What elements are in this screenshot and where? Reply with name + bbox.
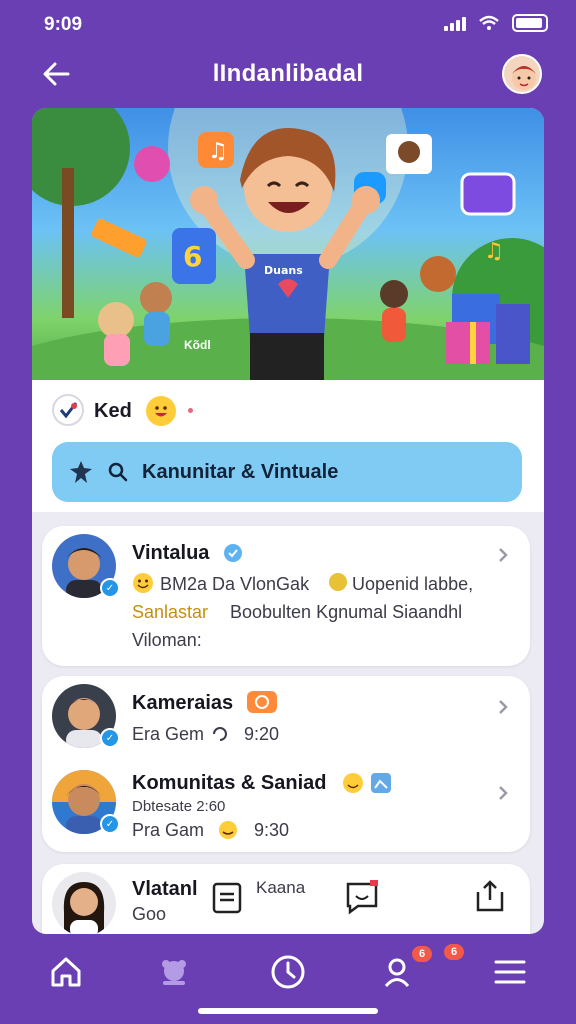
list-item-subtitle: Dbtesate 2:60 <box>132 798 226 815</box>
list-item-time: 9:20 <box>244 724 280 744</box>
list-item-text: BM2a Da VlonGak <box>160 574 310 594</box>
notification-badge: 6 <box>410 944 434 964</box>
checkmark-icon <box>59 402 78 419</box>
camera-icon <box>247 691 277 713</box>
app-header: lIndanlibadal <box>0 48 576 100</box>
verified-icon: ✓ <box>100 814 120 834</box>
chat-icon[interactable] <box>342 878 382 918</box>
photo-icon <box>371 773 391 793</box>
battery-icon <box>512 14 548 32</box>
list-item[interactable]: ✓ Kameraias Era Gem 9:20 <box>42 676 530 762</box>
list-item-time: 9:30 <box>254 820 290 840</box>
emoji-icon <box>329 573 347 591</box>
list-item-name: Komunitas & Saniad <box>132 772 327 794</box>
home-indicator <box>198 1008 378 1014</box>
list-item[interactable]: Vlatanl Goo Kaana <box>42 864 530 934</box>
content-panel: ♫ 6 ♫ Duans Kõdl Ked Kanunitar & Vintual… <box>32 108 544 934</box>
svg-text:6: 6 <box>183 240 202 273</box>
clipboard-icon[interactable] <box>210 878 246 916</box>
avatar[interactable] <box>502 54 542 94</box>
list-item-subtitle: Goo <box>132 904 167 924</box>
community-icon <box>162 960 186 985</box>
verified-icon <box>224 544 242 562</box>
share-icon[interactable] <box>472 878 508 914</box>
signal-icon <box>444 15 466 31</box>
search-icon <box>108 462 128 482</box>
smile-icon <box>219 821 237 839</box>
list-item-subtitle: Pra Gam <box>132 820 205 840</box>
notification-badge: 6 <box>442 942 466 962</box>
list-item-highlight: Sanlastar <box>132 602 209 622</box>
clock-icon <box>271 955 305 989</box>
hero-banner: ♫ 6 ♫ Duans Kõdl <box>32 108 544 380</box>
nav-menu[interactable] <box>486 948 534 996</box>
profile-badge <box>52 394 84 426</box>
nav-home[interactable] <box>42 948 90 996</box>
nav-community[interactable] <box>150 948 198 996</box>
avatar <box>52 872 116 934</box>
status-icons <box>444 14 548 32</box>
svg-text:♫: ♫ <box>484 239 504 264</box>
search-bar[interactable]: Kanunitar & Vintuale <box>52 442 522 502</box>
search-text: Kanunitar & Vintuale <box>142 460 339 483</box>
list-group: ✓ Kameraias Era Gem 9:20 ✓ Komunitas & S… <box>42 676 530 852</box>
svg-text:♫: ♫ <box>208 139 228 164</box>
list-item[interactable]: ✓ Komunitas & Saniad Dbtesate 2:60 Pra G… <box>42 762 530 852</box>
verified-icon: ✓ <box>100 728 120 748</box>
chevron-right-icon <box>499 548 508 562</box>
chevron-right-icon <box>499 700 508 714</box>
status-bar: 9:09 <box>0 0 576 48</box>
list-item-text: Viloman: <box>132 630 202 650</box>
profile-row[interactable]: Ked <box>32 380 544 442</box>
list-item-name: Kameraias <box>132 692 234 714</box>
smile-emoji-icon <box>146 396 176 426</box>
verified-icon: ✓ <box>100 578 120 598</box>
list-item-name: Vlatanl <box>132 878 198 900</box>
chevron-right-icon <box>499 786 508 800</box>
smile-icon <box>133 573 153 593</box>
page-title: lIndanlibadal <box>212 60 364 87</box>
list-item-text: Uopenid labbe, <box>352 574 474 594</box>
status-dot <box>188 408 193 413</box>
pin-icon <box>70 461 92 483</box>
list-item-subtitle: Era Gem <box>132 724 205 744</box>
wifi-icon <box>479 15 499 30</box>
hero-shirt-text: Duans <box>264 264 303 277</box>
nav-history[interactable] <box>264 948 312 996</box>
hero-illustration: ♫ 6 ♫ Duans <box>32 108 544 380</box>
status-time: 9:09 <box>44 14 83 35</box>
hero-caption: Kõdl <box>184 338 211 352</box>
refresh-icon <box>213 727 227 741</box>
home-icon <box>51 957 81 987</box>
list-item[interactable]: ✓ Vintalua BM2a Da VlonGak Uopenid labbe… <box>42 526 530 666</box>
menu-icon <box>494 960 526 984</box>
search-strip: Kanunitar & Vintuale <box>32 442 544 512</box>
list-item-text: Boobulten Kgnumal Siaandhl <box>230 602 463 622</box>
list-item-action: Kaana <box>256 878 306 897</box>
smile-icon <box>343 773 363 793</box>
list-item-name: Vintalua <box>132 542 210 564</box>
profile-name: Ked <box>94 400 132 422</box>
